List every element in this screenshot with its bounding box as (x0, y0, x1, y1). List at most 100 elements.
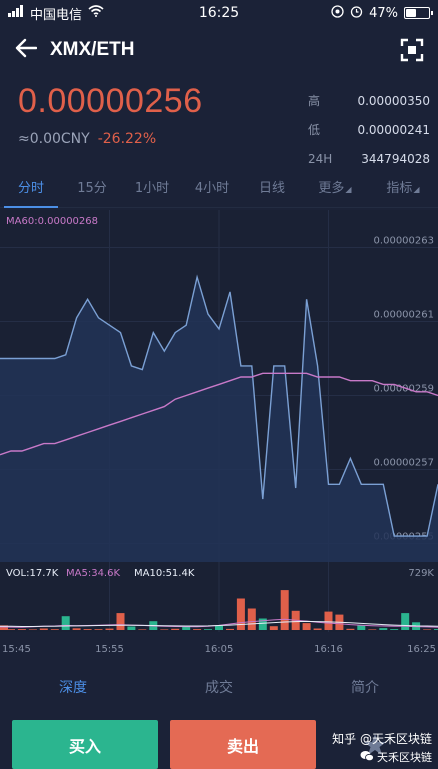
volume-bar (280, 590, 289, 630)
stat-label: 高 (308, 94, 321, 108)
caret-down-icon: ◢ (413, 184, 420, 194)
y-tick-label-3: 0.00000257 (374, 457, 434, 468)
caret-down-icon: ◢ (345, 184, 352, 194)
volume-bar (423, 629, 432, 630)
volume-bar (39, 628, 48, 630)
volume-bar (204, 629, 212, 630)
price-chart[interactable]: 0.00000263 0.00000261 0.00000259 0.00000257… (0, 210, 438, 662)
volume-bar (72, 628, 81, 630)
top-bar: XMX/ETH (0, 30, 438, 70)
volume-bar (302, 623, 311, 630)
action-bar: 买入 卖出 知乎 @天禾区块链 天禾区块链 (0, 718, 438, 769)
carrier-name: 中国电信 (30, 7, 83, 23)
y-tick-label-1: 0.00000261 (374, 309, 434, 320)
volume-bar (83, 629, 92, 630)
volume-bar (116, 613, 125, 630)
fullscreen-button[interactable] (398, 36, 426, 64)
tab-intro[interactable]: 简介 (292, 668, 438, 708)
tab-daily[interactable]: 日线 (242, 176, 302, 208)
volume-bar (247, 608, 256, 630)
wechat-icon (360, 750, 374, 765)
wifi-icon (88, 5, 104, 21)
volume-bar (17, 629, 26, 630)
y-tick-label-0: 0.00000263 (374, 235, 434, 246)
stat-value: 0.00000350 (357, 93, 430, 108)
page-title: XMX/ETH (50, 39, 135, 60)
volume-bar (390, 629, 399, 630)
x-tick-label-0: 15:45 (2, 644, 31, 655)
volume-bar (7, 629, 15, 630)
sell-button[interactable]: 卖出 (170, 720, 316, 769)
stats-panel: 高 0.00000350 低 0.00000241 24H 344794028 (308, 86, 430, 173)
battery-percent: 47% (369, 5, 398, 21)
volume-bar (215, 625, 223, 630)
volume-bar (226, 628, 234, 630)
tab-1h[interactable]: 1小时 (122, 176, 182, 208)
volume-bar (138, 629, 147, 630)
volume-bar (94, 629, 103, 630)
volume-bar (182, 626, 191, 630)
volume-bar (50, 629, 59, 630)
price-block: 0.00000256 ≈0.00CNY -26.22% (18, 82, 203, 147)
tab-indicators-label: 指标 (386, 180, 413, 196)
volume-bar (346, 628, 355, 630)
stat-value: 0.00000241 (357, 122, 430, 137)
volume-bar (324, 611, 333, 630)
tab-indicators[interactable]: 指标◢ (368, 176, 438, 208)
tab-more[interactable]: 更多◢ (302, 176, 368, 208)
signal-icon (8, 5, 24, 21)
stat-low: 低 0.00000241 (308, 115, 430, 144)
volume-bar (434, 629, 438, 630)
tab-4h[interactable]: 4小时 (182, 176, 242, 208)
volume-ma10-label: MA10:51.4K (134, 568, 195, 579)
stat-label: 低 (308, 123, 321, 137)
x-tick-label-1: 15:55 (95, 644, 124, 655)
volume-ma5-label: MA5:34.6K (66, 568, 120, 579)
price-change: -26.22% (97, 131, 157, 147)
volume-bar (401, 613, 410, 630)
volume-label: VOL:17.7K (6, 568, 59, 579)
tab-timeshare[interactable]: 分时 (0, 176, 62, 208)
watermark-sub-text: 天禾区块链 (377, 751, 432, 764)
stat-high: 高 0.00000350 (308, 86, 430, 115)
volume-bar (269, 626, 278, 630)
tab-depth[interactable]: 深度 (0, 668, 146, 708)
volume-bar (61, 616, 70, 630)
stat-value: 344794028 (361, 151, 430, 166)
volume-bar (28, 629, 37, 630)
arrow-left-icon (15, 38, 38, 62)
y-tick-label-2: 0.00000259 (374, 383, 434, 394)
cny-price: ≈0.00CNY (18, 131, 90, 147)
volume-bar (379, 628, 388, 630)
bottom-tabs: 深度 成交 简介 (0, 668, 438, 708)
volume-bar (171, 628, 180, 630)
volume-max-label: 729K (408, 568, 434, 579)
tab-more-label: 更多 (318, 180, 345, 196)
x-tick-label-3: 16:16 (314, 644, 343, 655)
volume-bar (236, 598, 245, 630)
x-tick-label-4: 16:25 (407, 644, 436, 655)
watermark-text: 知乎 @天禾区块链 (332, 732, 432, 746)
back-button[interactable] (6, 30, 46, 70)
volume-bar (193, 629, 202, 630)
stat-24h: 24H 344794028 (308, 144, 430, 173)
watermark: 知乎 @天禾区块链 (332, 730, 432, 747)
buy-button[interactable]: 买入 (12, 720, 158, 769)
tab-trades[interactable]: 成交 (146, 668, 292, 708)
volume-bar (127, 626, 136, 630)
watermark-sub: 天禾区块链 (360, 749, 432, 765)
alarm-icon (350, 5, 363, 22)
stat-label: 24H (308, 151, 333, 166)
tab-15m[interactable]: 15分 (62, 176, 122, 208)
last-price: 0.00000256 (18, 82, 203, 120)
battery-icon (404, 7, 433, 19)
volume-bar (160, 629, 169, 630)
volume-bar (313, 628, 322, 630)
volume-bar (357, 625, 366, 630)
volume-bar (368, 629, 377, 630)
sync-icon (331, 4, 344, 22)
volume-bar (105, 628, 114, 630)
fullscreen-icon (398, 38, 426, 68)
ma-label: MA60:0.00000268 (6, 216, 98, 227)
x-tick-label-2: 16:05 (205, 644, 234, 655)
